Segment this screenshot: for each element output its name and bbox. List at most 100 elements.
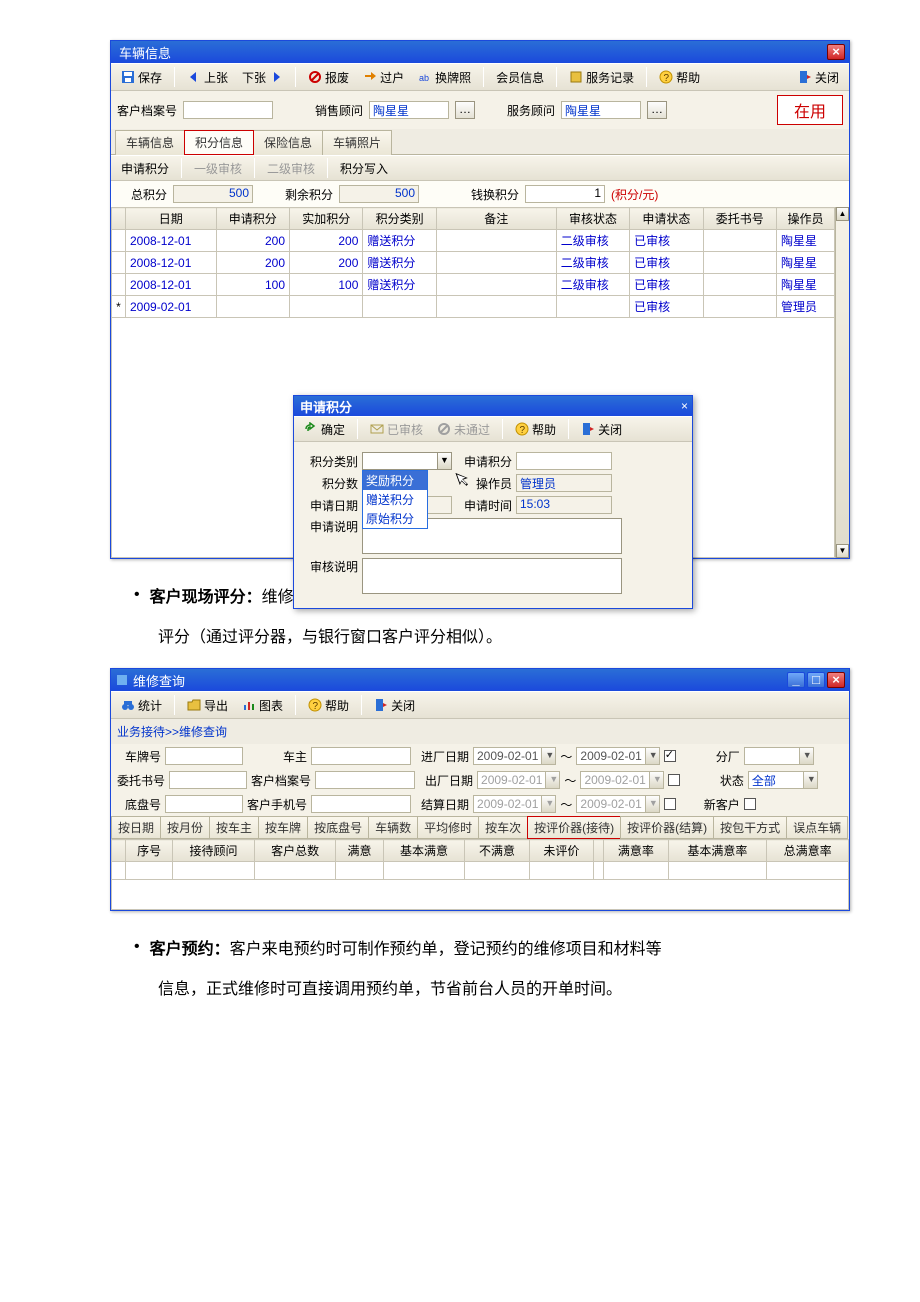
col-audit[interactable]: 审核状态 — [556, 208, 629, 230]
mobile-input[interactable] — [311, 795, 411, 813]
branch-combo[interactable]: ▼ — [744, 747, 814, 765]
tab-insurance-info[interactable]: 保险信息 — [253, 130, 323, 155]
out-date-from[interactable]: 2009-02-01▼ — [477, 771, 560, 789]
type-option-2[interactable]: 原始积分 — [363, 509, 427, 528]
result-col[interactable]: 接待顾问 — [173, 840, 255, 862]
settle-date-to[interactable]: 2009-02-01▼ — [576, 795, 659, 813]
close-button[interactable]: 关闭 — [792, 67, 845, 88]
transfer-button[interactable]: 过户 — [357, 67, 410, 88]
service-input[interactable]: 陶星星 — [561, 101, 641, 119]
col-type[interactable]: 积分类别 — [363, 208, 436, 230]
window-minimize-icon[interactable]: _ — [787, 672, 805, 688]
filter-tab[interactable]: 按底盘号 — [307, 816, 369, 839]
grid-scrollbar[interactable]: ▲ ▼ — [835, 207, 849, 558]
result-col[interactable]: 不满意 — [465, 840, 529, 862]
tab-points-info[interactable]: 积分信息 — [184, 130, 254, 155]
breadcrumb[interactable]: 业务接待>>维修查询 — [111, 719, 849, 744]
in-date-to[interactable]: 2009-02-01▼ — [576, 747, 659, 765]
cons-input[interactable] — [169, 771, 247, 789]
result-col[interactable]: 序号 — [126, 840, 173, 862]
repair-close-button[interactable]: 关闭 — [368, 695, 421, 716]
col-apply[interactable]: 申请积分 — [216, 208, 289, 230]
tab-vehicle-photo[interactable]: 车辆照片 — [322, 130, 392, 155]
apply-pts-input[interactable] — [516, 452, 612, 470]
table-row[interactable]: 2008-12-01100100赠送积分二级审核已审核陶星星 — [112, 274, 835, 296]
dialog-titlebar[interactable]: 申请积分 × — [294, 396, 692, 416]
col-cons[interactable]: 委托书号 — [703, 208, 776, 230]
table-row[interactable]: *2009-02-01已审核管理员 — [112, 296, 835, 318]
col-real[interactable]: 实加积分 — [290, 208, 363, 230]
col-date[interactable]: 日期 — [126, 208, 217, 230]
out-date-checkbox[interactable] — [668, 774, 680, 786]
filter-tab[interactable]: 按车牌 — [258, 816, 308, 839]
col-status[interactable]: 申请状态 — [630, 208, 703, 230]
filter-tab[interactable]: 按车主 — [209, 816, 259, 839]
dialog-close-icon[interactable]: × — [681, 399, 688, 413]
filter-tab[interactable]: 按包干方式 — [713, 816, 787, 839]
table-row[interactable] — [112, 862, 849, 880]
window-close-icon[interactable]: × — [827, 672, 845, 688]
filter-tab[interactable]: 车辆数 — [368, 816, 418, 839]
exchange-input[interactable]: 1 — [525, 185, 605, 203]
owner-input[interactable] — [311, 747, 411, 765]
col-remark[interactable]: 备注 — [436, 208, 556, 230]
chevron-down-icon[interactable]: ▼ — [437, 453, 451, 469]
prev-button[interactable]: 上张 — [181, 67, 234, 88]
filter-tab[interactable]: 按车次 — [478, 816, 528, 839]
filter-tab[interactable]: 平均修时 — [417, 816, 479, 839]
chevron-down-icon[interactable]: ▼ — [645, 796, 659, 812]
col-op[interactable]: 操作员 — [776, 208, 834, 230]
dialog-ok-button[interactable]: 确定 — [298, 419, 351, 440]
service-lookup-button[interactable]: … — [647, 101, 667, 119]
filter-tab[interactable]: 按日期 — [111, 816, 161, 839]
dialog-help-button[interactable]: ? 帮助 — [509, 419, 562, 440]
type-combo[interactable]: ▼ 奖励积分 赠送积分 原始积分 — [362, 452, 452, 470]
dialog-close-button[interactable]: 关闭 — [575, 419, 628, 440]
chevron-down-icon[interactable]: ▼ — [545, 772, 559, 788]
out-date-to[interactable]: 2009-02-01▼ — [580, 771, 663, 789]
table-row[interactable]: 2008-12-01200200赠送积分二级审核已审核陶星星 — [112, 252, 835, 274]
scroll-down-icon[interactable]: ▼ — [836, 544, 849, 558]
settle-date-checkbox[interactable] — [664, 798, 676, 810]
chevron-down-icon[interactable]: ▼ — [645, 748, 659, 764]
scroll-up-icon[interactable]: ▲ — [836, 207, 849, 221]
settle-date-from[interactable]: 2009-02-01▼ — [473, 795, 556, 813]
service-record-button[interactable]: 服务记录 — [563, 67, 640, 88]
chevron-down-icon[interactable]: ▼ — [803, 772, 817, 788]
vehicle-titlebar[interactable]: 车辆信息 × — [111, 41, 849, 63]
tab-vehicle-info[interactable]: 车辆信息 — [115, 130, 185, 155]
points-grid[interactable]: 日期 申请积分 实加积分 积分类别 备注 审核状态 申请状态 委托书号 操作员 … — [111, 207, 835, 318]
audit-note-input[interactable] — [362, 558, 622, 594]
plate-input[interactable] — [165, 747, 243, 765]
sales-lookup-button[interactable]: … — [455, 101, 475, 119]
result-col[interactable] — [594, 840, 604, 862]
result-grid[interactable]: 序号接待顾问客户总数满意基本满意不满意未评价满意率基本满意率总满意率 — [111, 839, 849, 880]
type-option-0[interactable]: 奖励积分 — [363, 471, 427, 490]
result-col[interactable]: 未评价 — [529, 840, 593, 862]
table-row[interactable]: 2008-12-01200200赠送积分二级审核已审核陶星星 — [112, 230, 835, 252]
result-col[interactable]: 总满意率 — [767, 840, 849, 862]
write-points-button[interactable]: 积分写入 — [334, 158, 394, 179]
apply-points-button[interactable]: 申请积分 — [115, 158, 175, 179]
filter-tab[interactable]: 按评价器(结算) — [620, 816, 714, 839]
filter-tab[interactable]: 按评价器(接待) — [527, 816, 621, 839]
help-button[interactable]: ? 帮助 — [653, 67, 706, 88]
change-plate-button[interactable]: ab 换牌照 — [412, 67, 477, 88]
chart-button[interactable]: 图表 — [236, 695, 289, 716]
chevron-down-icon[interactable]: ▼ — [541, 748, 555, 764]
type-option-1[interactable]: 赠送积分 — [363, 490, 427, 509]
in-date-checkbox[interactable] — [664, 750, 676, 762]
member-info-button[interactable]: 会员信息 — [490, 67, 550, 88]
result-col[interactable]: 基本满意 — [383, 840, 465, 862]
result-col[interactable]: 满意率 — [604, 840, 668, 862]
next-button[interactable]: 下张 — [236, 67, 289, 88]
repair-titlebar[interactable]: 维修查询 _ □ × — [111, 669, 849, 691]
window-maximize-icon[interactable]: □ — [807, 672, 825, 688]
in-date-from[interactable]: 2009-02-01▼ — [473, 747, 556, 765]
chevron-down-icon[interactable]: ▼ — [649, 772, 663, 788]
apply-points-dialog[interactable]: 申请积分 × 确定 已审核 未通过 ? 帮助 关闭 积分类别 — [293, 395, 693, 609]
cust-no-input[interactable] — [183, 101, 273, 119]
scrap-button[interactable]: 报废 — [302, 67, 355, 88]
status-combo[interactable]: 全部▼ — [748, 771, 818, 789]
filter-tab[interactable]: 误点车辆 — [786, 816, 848, 839]
